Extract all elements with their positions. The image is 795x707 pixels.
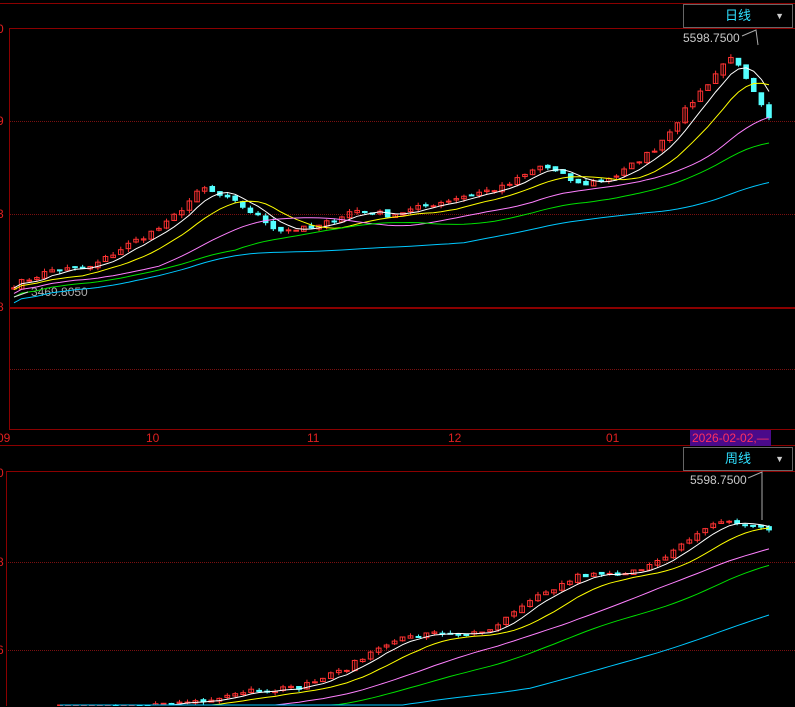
candle-down bbox=[331, 220, 338, 223]
candle-up bbox=[636, 161, 643, 164]
candle-down bbox=[278, 226, 284, 232]
candle-down bbox=[262, 215, 269, 224]
candle-down bbox=[256, 689, 263, 692]
ma10-line bbox=[60, 527, 770, 706]
candle-up bbox=[160, 702, 167, 705]
candle-down bbox=[232, 195, 238, 201]
candle-down bbox=[468, 194, 475, 197]
candle-down bbox=[598, 179, 605, 182]
candle-down bbox=[582, 573, 589, 578]
candle-down bbox=[247, 207, 254, 214]
candle-down bbox=[598, 571, 605, 575]
candle-down bbox=[455, 633, 462, 636]
candle-down bbox=[583, 181, 589, 186]
candle-down bbox=[545, 164, 551, 169]
candle-down bbox=[56, 269, 63, 272]
candle-up bbox=[293, 229, 299, 232]
candle-down bbox=[255, 212, 261, 216]
candle-down bbox=[423, 204, 429, 207]
candle-down bbox=[735, 57, 742, 66]
candle-up bbox=[430, 205, 437, 208]
candle-up bbox=[491, 190, 498, 193]
candle-down bbox=[240, 201, 246, 208]
candle-down bbox=[750, 77, 757, 93]
candle-down bbox=[766, 104, 772, 119]
ma60-line bbox=[13, 182, 770, 304]
candle-down bbox=[224, 194, 231, 198]
candle-up bbox=[343, 669, 350, 672]
ma20-line bbox=[13, 116, 770, 294]
ma30-line bbox=[13, 142, 770, 298]
candle-up bbox=[638, 569, 645, 572]
candle-down bbox=[72, 266, 78, 269]
candle-down bbox=[758, 524, 764, 528]
candle-up bbox=[312, 681, 318, 684]
candle-down bbox=[209, 186, 216, 192]
candle-down bbox=[742, 524, 748, 527]
candle-down bbox=[308, 225, 315, 229]
candle-down bbox=[463, 633, 470, 636]
high-pointer bbox=[741, 29, 759, 46]
candle-down bbox=[200, 699, 207, 703]
candle-down bbox=[758, 92, 765, 106]
candle-down bbox=[575, 178, 582, 184]
candle-down bbox=[270, 220, 277, 230]
candle-down bbox=[79, 266, 86, 269]
candle-up bbox=[285, 229, 292, 232]
candle-up bbox=[651, 150, 658, 153]
candlestick-chart[interactable] bbox=[0, 0, 795, 706]
candle-up bbox=[445, 200, 452, 203]
ma60-line bbox=[60, 614, 770, 706]
candle-down bbox=[743, 64, 749, 79]
high-pointer bbox=[747, 471, 763, 520]
candle-up bbox=[506, 183, 513, 186]
candle-up bbox=[26, 279, 33, 282]
candle-down bbox=[750, 524, 756, 527]
candle-up bbox=[726, 520, 733, 523]
ma5-line bbox=[60, 522, 770, 706]
ma20-line bbox=[60, 548, 770, 706]
candle-down bbox=[362, 211, 368, 214]
candle-down bbox=[734, 520, 741, 524]
ma10-line bbox=[13, 82, 770, 291]
candle-down bbox=[415, 635, 422, 638]
